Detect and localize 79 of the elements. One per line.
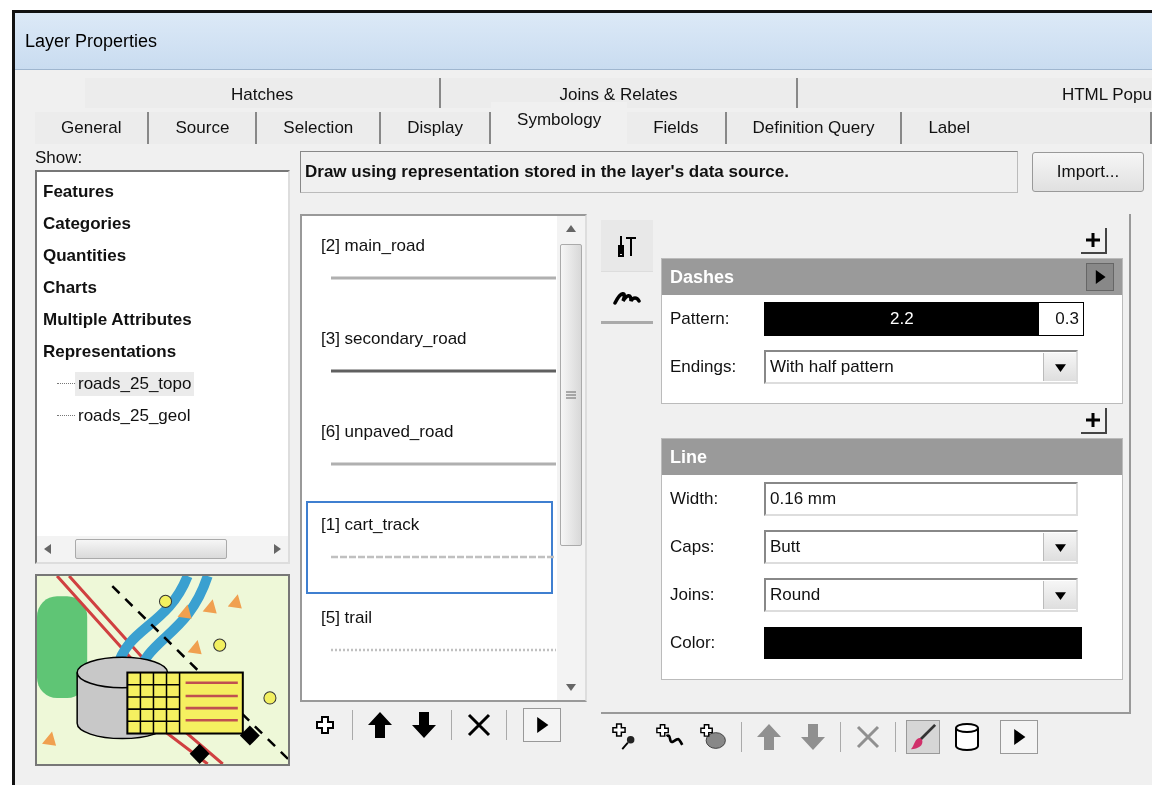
rule-item[interactable]: [6] unpaved_road (306, 408, 553, 501)
rule-item[interactable]: [5] trail (306, 594, 553, 687)
tab[interactable]: Fields (627, 112, 727, 144)
tab[interactable]: General (35, 112, 150, 144)
add-fill-icon (700, 722, 728, 752)
panel-title: Line (670, 446, 707, 468)
tab[interactable]: Source (149, 112, 258, 144)
show-list-item[interactable]: Charts (43, 272, 282, 304)
show-list-item[interactable]: Quantities (43, 240, 282, 272)
description-text: Draw using representation stored in the layer's data source. (300, 151, 1018, 193)
tab[interactable]: Joins & Relates (441, 78, 798, 108)
brush-icon (909, 722, 937, 752)
field-label: Joins: (670, 585, 716, 605)
up-arrow-icon (756, 723, 782, 751)
expand-button[interactable] (1081, 408, 1107, 434)
rule-item[interactable]: [3] secondary_road (306, 315, 553, 408)
tree-item[interactable]: roads_25_geol (75, 404, 194, 428)
scroll-down-icon (566, 682, 576, 692)
width-input[interactable]: 0.16 mm (764, 482, 1078, 516)
rule-label: [1] cart_track (321, 515, 421, 535)
tools-icon (617, 233, 637, 258)
more-button[interactable] (523, 708, 561, 742)
scroll-right-icon (272, 544, 282, 554)
dropdown-arrow-icon (1054, 361, 1066, 373)
show-list-item[interactable]: Multiple Attributes (43, 304, 282, 336)
tab[interactable]: Label (902, 112, 1152, 144)
tab[interactable]: Definition Query (726, 112, 903, 144)
rule-label: [3] secondary_road (321, 329, 468, 349)
field-label: Pattern: (670, 309, 731, 329)
dropdown-arrow-icon (1054, 589, 1066, 601)
plus-icon (316, 716, 334, 734)
vertical-scrollbar[interactable] (557, 216, 585, 700)
dropdown-arrow-icon (1054, 541, 1066, 553)
field-label: Caps: (670, 537, 716, 557)
scroll-up-icon (566, 224, 576, 234)
show-list-item[interactable]: Features (43, 176, 282, 208)
field-label: Endings: (670, 357, 738, 377)
show-label: Show: (35, 148, 84, 169)
right-triangle-icon (534, 717, 550, 733)
grip-icon (566, 390, 576, 400)
pattern-field[interactable]: 2.2 0.3 (764, 302, 1084, 336)
rule-item[interactable]: [1] cart_track (306, 501, 553, 594)
down-arrow-icon (411, 711, 437, 739)
tree-item[interactable]: roads_25_topo (75, 372, 195, 396)
delete-icon (466, 712, 492, 738)
horizontal-scrollbar[interactable] (37, 536, 288, 562)
more-button[interactable] (1086, 263, 1114, 291)
rule-label: [5] trail (321, 608, 374, 628)
more-button[interactable] (1000, 720, 1038, 754)
tab[interactable]: Display (381, 112, 492, 144)
cylinder-icon (954, 722, 980, 752)
right-triangle-icon (1011, 729, 1027, 745)
tab[interactable]: Selection (257, 112, 382, 144)
caps-dropdown[interactable]: Butt (764, 530, 1078, 564)
expand-button[interactable] (1081, 228, 1107, 254)
tab[interactable]: Hatches (85, 78, 442, 108)
delete-icon (855, 724, 881, 750)
field-label: Width: (670, 489, 720, 509)
scroll-left-icon (43, 544, 53, 554)
plus-icon (1085, 412, 1101, 428)
right-triangle-icon (1093, 270, 1107, 284)
joins-dropdown[interactable]: Round (764, 578, 1078, 612)
tab[interactable]: HTML Popu (797, 78, 1152, 108)
field-label: Color: (670, 633, 717, 653)
rule-label: [6] unpaved_road (321, 422, 455, 442)
color-swatch[interactable] (764, 627, 1082, 659)
show-list-item[interactable]: Representations (43, 336, 282, 368)
rule-label: [2] main_road (321, 236, 426, 256)
up-arrow-icon (367, 711, 393, 739)
window-title: Layer Properties (25, 30, 158, 52)
down-arrow-icon (800, 723, 826, 751)
brush-button[interactable] (906, 720, 940, 754)
rule-item[interactable]: [2] main_road (306, 222, 553, 315)
panel-title: Dashes (670, 266, 735, 288)
import-button[interactable]: Import... (1032, 152, 1144, 192)
dash-segment[interactable]: 2.2 (765, 303, 1039, 335)
show-list-item[interactable]: Categories (43, 208, 282, 240)
endings-dropdown[interactable]: With half pattern (764, 350, 1078, 384)
plus-icon (1085, 232, 1101, 248)
